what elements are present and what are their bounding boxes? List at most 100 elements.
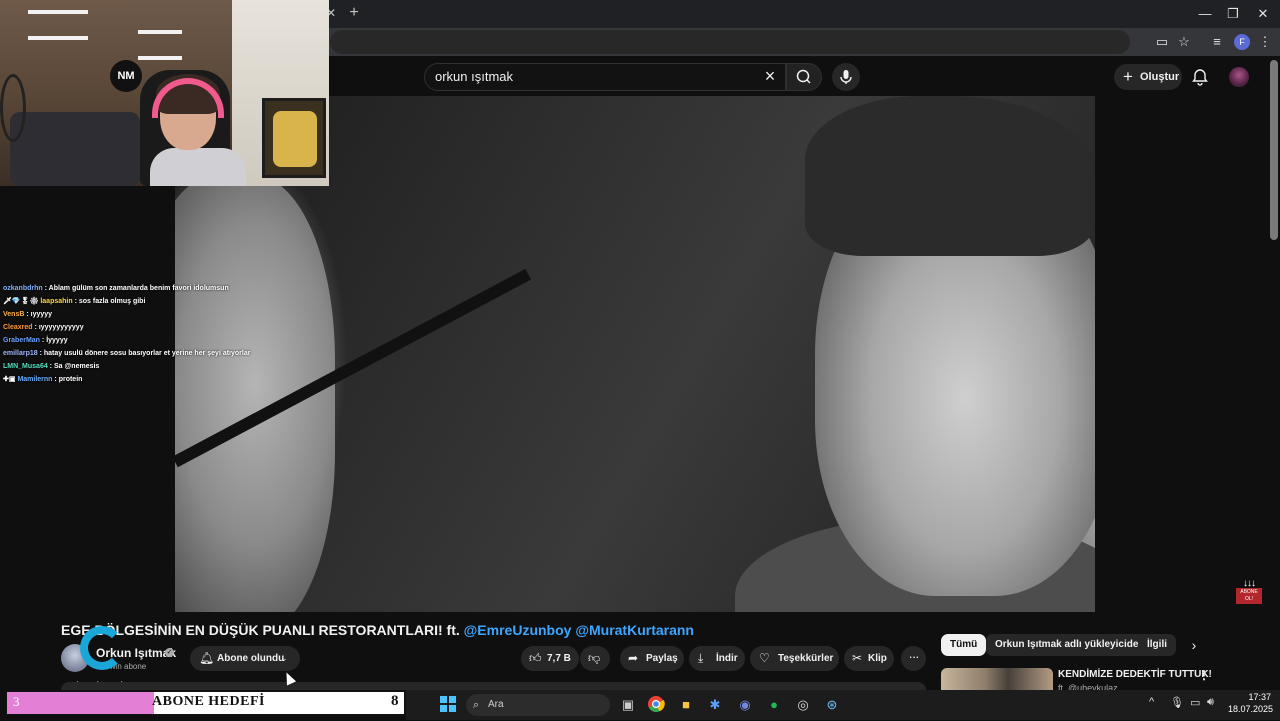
subscribe-overlay-badge[interactable]: ↓↓↓ ABONE OL! [1235,578,1263,606]
webcam-sofa [10,112,140,186]
chat-text: Ablam gülüm son zamanlarda benim favori … [48,285,229,292]
subscribe-overlay-text: ABONE OL! [1236,588,1262,604]
address-bar[interactable] [330,30,1130,54]
chat-message: emillarp18 : hatay usulü dönere sosu bas… [3,350,251,357]
taskbar-search-placeholder: Ara [488,699,504,710]
windows-start-icon[interactable] [440,696,456,712]
search-input[interactable]: orkun ışıtmak [424,63,786,91]
recommended-more-icon[interactable]: ⋮ [1198,668,1210,682]
new-tab-button[interactable]: + [346,5,362,21]
like-button[interactable]: 👍︎ 7,7 B [521,646,579,671]
volume-icon[interactable]: 🔊︎ [1207,696,1214,709]
chat-message: Cleaxred : ıyyyyyyyyyyy [3,324,84,331]
search-icon [796,69,811,84]
webcam-shelf [28,10,88,14]
create-button[interactable]: + Oluştur [1114,64,1182,90]
chat-text: Sa @nemesis [53,363,100,370]
tray-overflow-icon[interactable]: ^ [1149,696,1154,708]
goal-title: ABONE HEDEFİ [152,694,265,709]
cast-icon[interactable]: ▭ [1153,33,1171,51]
steam-icon[interactable]: ⊛ [821,694,843,716]
title-mention-link[interactable]: @EmreUzunboy [464,622,572,638]
chat-text: İyyyyy [46,337,68,344]
video-title-text: EGE BÖLGESİNİN EN DÜŞÜK PUANLI RESTORANT… [61,622,460,638]
download-label: İndir [716,653,738,664]
file-explorer-icon[interactable]: ■ [675,694,697,716]
maximize-window-button[interactable]: ❐ [1218,4,1248,24]
thanks-button[interactable]: ♡ Teşekkürler [750,646,839,671]
notifications-bell-icon[interactable] [1190,67,1210,87]
taskbar-search[interactable]: ⌕ Ara [466,694,610,716]
subscribed-button[interactable]: 🔔︎ Abone olundu ⌄ [190,646,300,671]
task-view-icon[interactable]: ▣ [617,694,639,716]
chat-message: ozkanbdrhn : Ablam gülüm son zamanlarda … [3,285,229,292]
chip-from-uploader[interactable]: Orkun Işıtmak adlı yükleyiciden [986,634,1154,656]
bookmark-star-icon[interactable]: ☆ [1175,33,1193,51]
more-actions-button[interactable]: ··· [901,646,926,671]
account-avatar[interactable] [1229,67,1249,87]
dislike-button[interactable]: 👎︎ [580,646,610,671]
streamer-webcam: NM [0,0,329,186]
chat-username: ozkanbdrhn [3,285,43,292]
scissors-icon: ✂ [852,651,863,665]
voice-search-button[interactable] [832,63,860,91]
chevron-right-icon[interactable]: › [1186,637,1202,653]
chip-related[interactable]: İlgili [1138,634,1176,656]
recommended-video-title[interactable]: KENDİMİZE DEDEKTİF TUTTUK! [1058,669,1212,680]
chat-message: 🗡💎🎖⚙ laapsahin : sos fazla olmuş gibi [3,298,146,305]
thumbs-up-icon: 👍︎ [529,651,542,665]
microphone-tray-icon[interactable]: 🎙︎ [1170,696,1184,709]
minimize-window-button[interactable]: — [1190,4,1220,24]
network-icon[interactable]: ▭ [1190,696,1200,709]
chat-username: Cleaxred [3,324,33,331]
super-thanks-icon: ♡ [759,651,770,665]
close-window-button[interactable]: ✕ [1248,4,1278,24]
share-icon: ➦ [628,651,639,665]
taskbar-time[interactable]: 17:37 [1237,692,1271,702]
download-button[interactable]: ⤓ İndir [689,646,745,671]
share-button[interactable]: ➦ Paylaş [620,646,684,671]
video-hair-right [805,96,1095,256]
title-mention-link[interactable]: @MuratKurtarann [575,622,694,638]
chat-text: protein [58,376,83,383]
plus-icon: + [1123,67,1133,86]
stream-chat: ozkanbdrhn : Ablam gülüm son zamanlarda … [0,282,300,386]
chevron-down-icon: ⌄ [280,653,288,663]
spotify-icon[interactable]: ● [763,694,785,716]
chip-all[interactable]: Tümü [941,634,987,656]
chat-username: emillarp18 [3,350,38,357]
obs-icon[interactable]: ◎ [792,694,814,716]
chrome-icon[interactable] [645,694,667,716]
webcam-logo: NM [110,60,142,92]
webcam-shelf [138,30,182,34]
taskbar-date[interactable]: 18.07.2025 [1228,704,1273,714]
discord-icon[interactable]: ◉ [734,694,756,716]
app-icon[interactable]: ✱ [704,694,726,716]
chat-badges-icon: 🗡💎🎖⚙ [3,298,39,305]
clear-search-icon[interactable]: × [760,66,780,86]
page-scrollbar[interactable] [1270,60,1278,240]
goal-target-value: 8 [391,693,399,709]
chat-message: VensB : ıyyyyy [3,311,53,318]
chat-username: Mamilernn [17,376,53,383]
webcam-shelf [138,56,182,60]
thanks-label: Teşekkürler [778,653,834,664]
chat-username: GraberMan [3,337,40,344]
browser-menu-icon[interactable]: ⋮ [1256,33,1274,51]
clip-button[interactable]: ✂ Klip [844,646,894,671]
browser-profile-avatar[interactable]: F [1234,34,1250,50]
media-controls-icon[interactable]: ≡ [1208,33,1226,51]
thumbs-down-icon: 👎︎ [588,651,601,665]
webcam-shelf [28,36,88,40]
chat-text: sos fazla olmuş gibi [78,298,146,305]
verified-check-icon: ✓ [165,648,174,657]
recommended-video-thumbnail[interactable] [941,668,1053,692]
chat-text: ıyyyyyyyyyyy [38,324,84,331]
clip-label: Klip [868,653,887,664]
goal-current-value: 3 [13,694,20,709]
search-button[interactable] [786,63,822,91]
chat-text: hatay usulü dönere sosu basıyorlar et ye… [43,350,251,357]
microphone-icon [840,70,852,84]
webcam-fan [0,74,26,142]
webcam-jersey-frame [262,98,326,178]
